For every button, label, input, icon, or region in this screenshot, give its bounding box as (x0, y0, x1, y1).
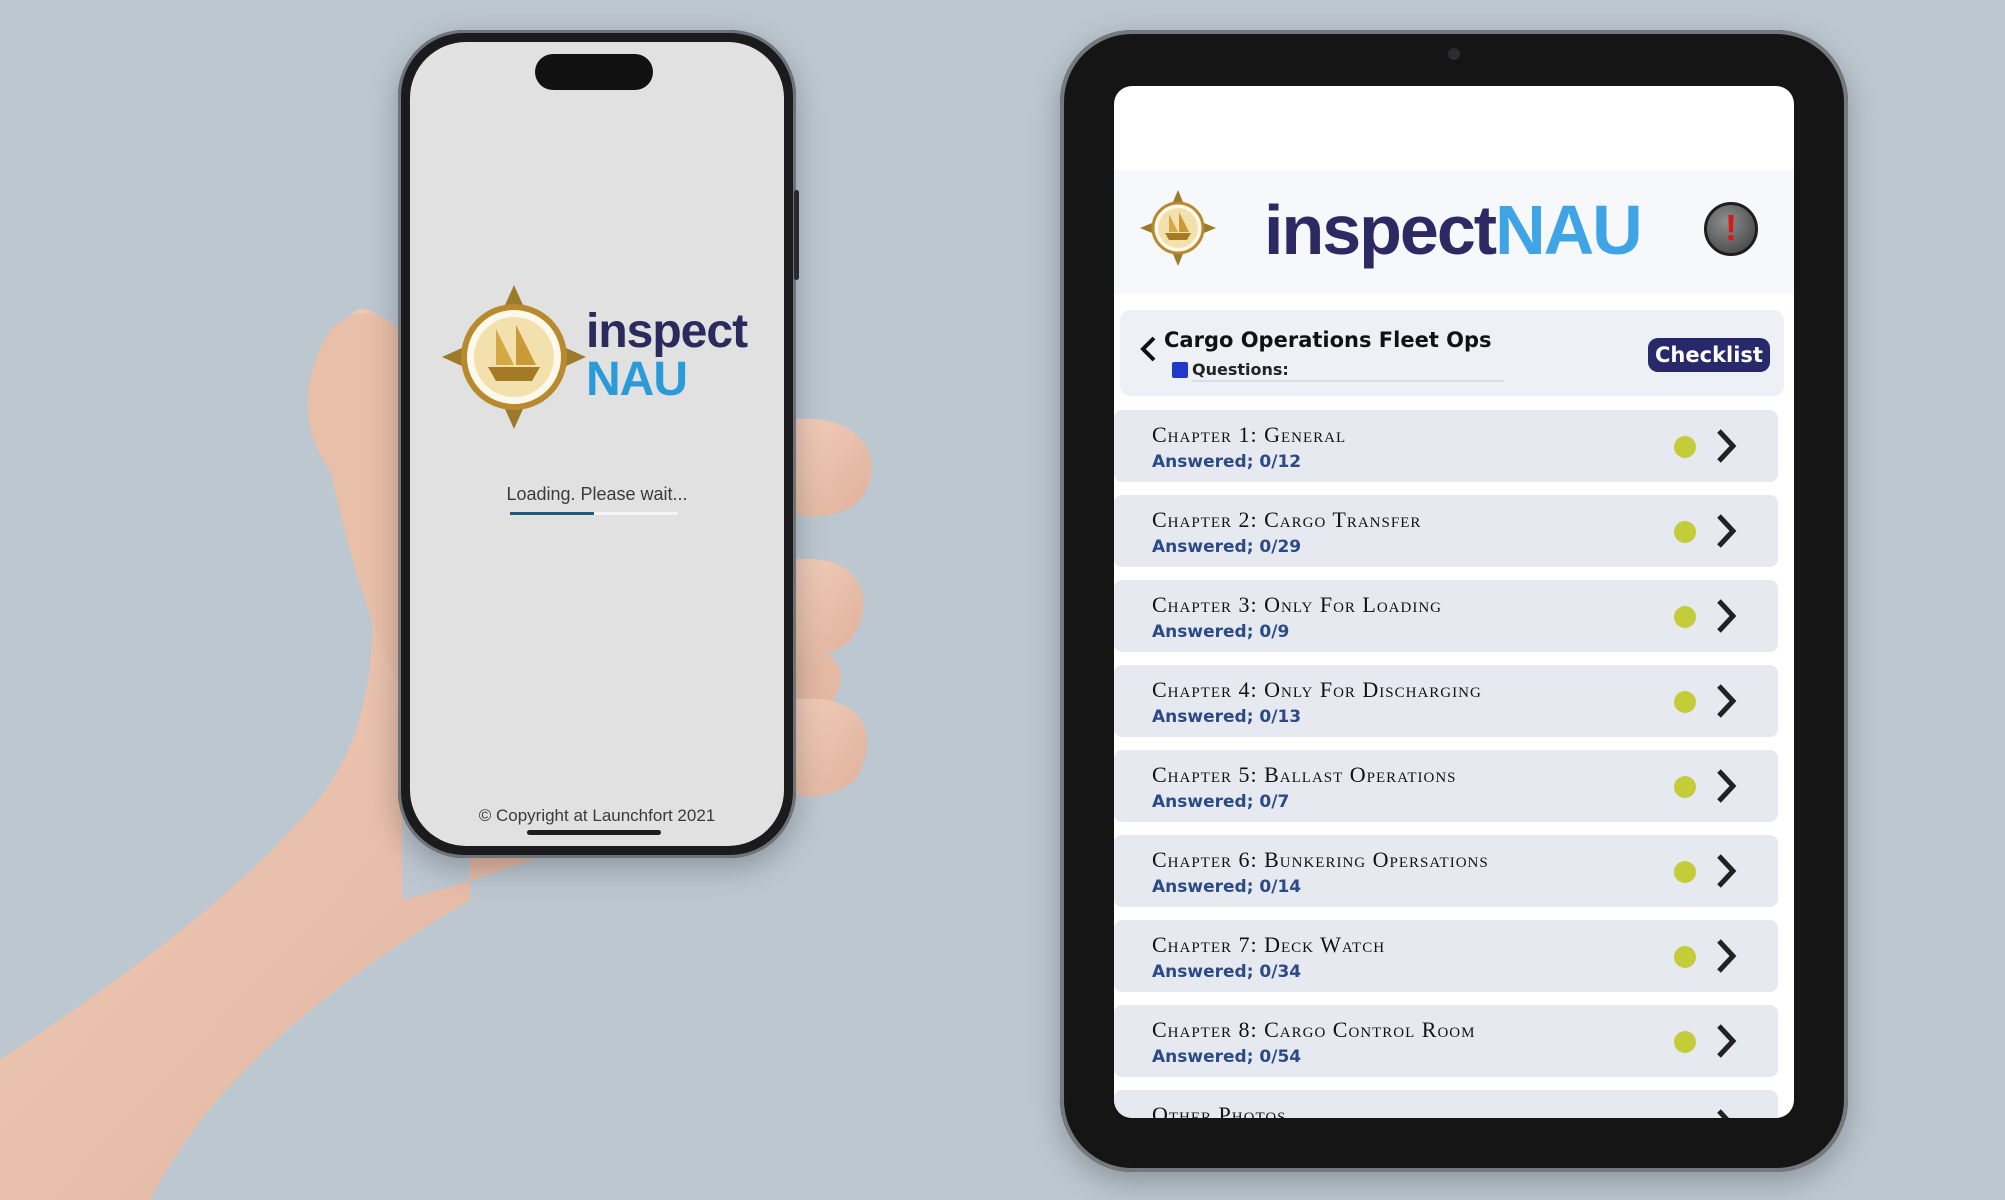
chevron-right-icon[interactable] (1714, 511, 1738, 551)
phone-splash-screen: inspect NAU Loading. Please wait... © Co… (410, 42, 784, 846)
tablet-screen: inspectNAU ! Cargo Operations Fleet Ops … (1114, 86, 1794, 1118)
brand-nau: NAU (1495, 191, 1643, 269)
status-dot-icon (1674, 1031, 1696, 1053)
alert-button[interactable]: ! (1704, 202, 1758, 256)
app-brand: inspectNAU (1264, 190, 1643, 270)
status-dot-icon (1674, 946, 1696, 968)
chevron-right-icon[interactable] (1714, 851, 1738, 891)
chapter-title: Chapter 8: Cargo Control Room (1152, 1017, 1476, 1042)
chapter-row[interactable]: Other Photos (1114, 1090, 1778, 1118)
chapter-title: Chapter 5: Ballast Operations (1152, 762, 1457, 787)
status-dot-icon (1674, 606, 1696, 628)
page-title: Cargo Operations Fleet Ops (1164, 328, 1492, 352)
splash-brand-inspect: inspect (586, 305, 748, 358)
questions-label: Questions: (1192, 360, 1289, 379)
chevron-right-icon[interactable] (1714, 1106, 1738, 1118)
checklist-title-card: Cargo Operations Fleet Ops Questions: Ch… (1120, 310, 1784, 396)
chapter-answered-count: Answered; 0/14 (1152, 877, 1302, 897)
tablet-device: inspectNAU ! Cargo Operations Fleet Ops … (1060, 30, 1848, 1172)
questions-divider (1192, 380, 1504, 382)
back-chevron-icon[interactable] (1138, 334, 1160, 364)
phone-device: inspect NAU Loading. Please wait... © Co… (398, 30, 799, 858)
chapter-answered-count: Answered; 0/9 (1152, 622, 1290, 642)
home-indicator[interactable] (527, 830, 661, 835)
chapter-answered-count: Answered; 0/54 (1152, 1047, 1302, 1067)
phone-side-button (794, 190, 799, 280)
chevron-right-icon[interactable] (1714, 596, 1738, 636)
chapter-title: Chapter 2: Cargo Transfer (1152, 507, 1422, 532)
chevron-right-icon[interactable] (1714, 936, 1738, 976)
chapter-answered-count: Answered; 0/29 (1152, 537, 1302, 557)
brand-inspect: inspect (1264, 191, 1497, 269)
chevron-right-icon[interactable] (1714, 1021, 1738, 1061)
chapter-answered-count: Answered; 0/12 (1152, 452, 1302, 472)
status-dot-icon (1674, 691, 1696, 713)
chevron-right-icon[interactable] (1714, 766, 1738, 806)
status-dot-icon (1674, 521, 1696, 543)
status-dot-icon (1674, 776, 1696, 798)
chapter-answered-count: Answered; 0/34 (1152, 962, 1302, 982)
loading-text: Loading. Please wait... (506, 484, 688, 504)
chapter-row[interactable]: Chapter 2: Cargo Transfer Answered; 0/29 (1114, 495, 1778, 567)
chapter-row[interactable]: Chapter 1: General Answered; 0/12 (1114, 410, 1778, 482)
chapter-row[interactable]: Chapter 3: Only For Loading Answered; 0/9 (1114, 580, 1778, 652)
chapter-row[interactable]: Chapter 8: Cargo Control Room Answered; 0… (1114, 1005, 1778, 1077)
chapter-title: Other Photos (1152, 1102, 1287, 1118)
chevron-right-icon[interactable] (1714, 426, 1738, 466)
status-dot-icon (1674, 436, 1696, 458)
app-header: inspectNAU ! (1114, 170, 1794, 294)
chevron-right-icon[interactable] (1714, 681, 1738, 721)
chapter-title: Chapter 7: Deck Watch (1152, 932, 1386, 957)
chapter-answered-count: Answered; 0/13 (1152, 707, 1302, 727)
chapter-answered-count: Answered; 0/7 (1152, 792, 1290, 812)
compass-ship-logo (1140, 190, 1216, 266)
dynamic-island (535, 54, 653, 90)
chapter-title: Chapter 6: Bunkering Opersations (1152, 847, 1489, 872)
loading-progress-bar (510, 512, 678, 515)
questions-icon (1172, 362, 1188, 378)
chapter-row[interactable]: Chapter 7: Deck Watch Answered; 0/34 (1114, 920, 1778, 992)
tablet-camera (1448, 48, 1460, 60)
splash-brand-nau: NAU (586, 353, 688, 406)
chapter-title: Chapter 4: Only For Discharging (1152, 677, 1482, 702)
chapter-row[interactable]: Chapter 6: Bunkering Opersations Answered… (1114, 835, 1778, 907)
checklist-button[interactable]: Checklist (1648, 338, 1770, 372)
chapter-row[interactable]: Chapter 4: Only For Discharging Answered;… (1114, 665, 1778, 737)
copyright-text: © Copyright at Launchfort 2021 (478, 806, 716, 825)
exclamation-icon: ! (1725, 207, 1737, 248)
loading-progress-fill (510, 512, 594, 515)
status-dot-icon (1674, 861, 1696, 883)
chapter-title: Chapter 3: Only For Loading (1152, 592, 1443, 617)
chapter-row[interactable]: Chapter 5: Ballast Operations Answered; 0… (1114, 750, 1778, 822)
chapter-title: Chapter 1: General (1152, 422, 1347, 447)
